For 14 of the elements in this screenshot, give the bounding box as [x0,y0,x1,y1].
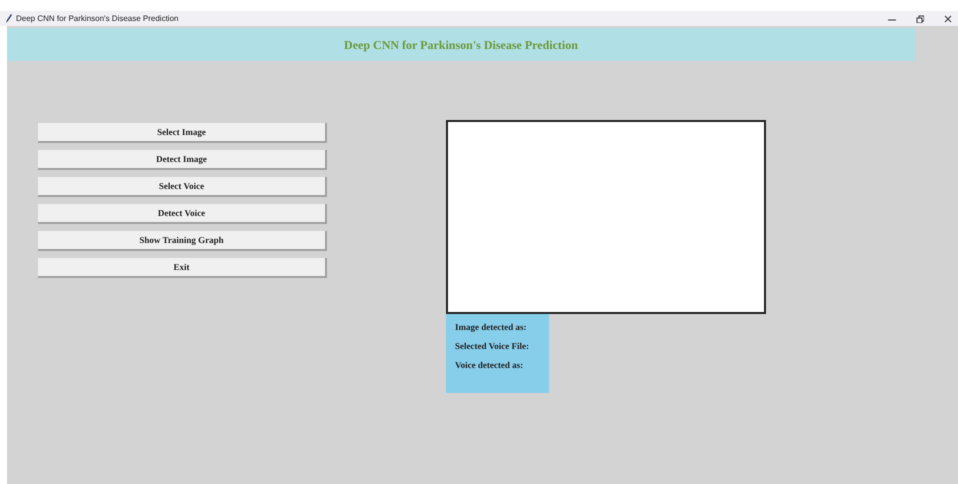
action-button[interactable]: Exit [38,258,327,278]
action-button[interactable]: Show Training Graph [38,231,327,251]
result-label: Selected Voice File: [455,341,530,352]
action-button[interactable]: Detect Voice [38,204,327,224]
window-title: Deep CNN for Parkinson's Disease Prediction [16,14,178,22]
action-button[interactable]: Select Voice [38,177,327,197]
result-label: Image detected as: [455,322,528,333]
action-button[interactable]: Select Image [38,123,327,143]
feather-icon [6,14,12,23]
action-button[interactable]: Detect Image [38,150,327,170]
close-icon[interactable] [944,14,952,22]
result-label: Voice detected as: [455,360,524,371]
header-title: Deep CNN for Parkinson's Disease Prediction [344,36,578,54]
restore-icon[interactable] [916,14,924,22]
